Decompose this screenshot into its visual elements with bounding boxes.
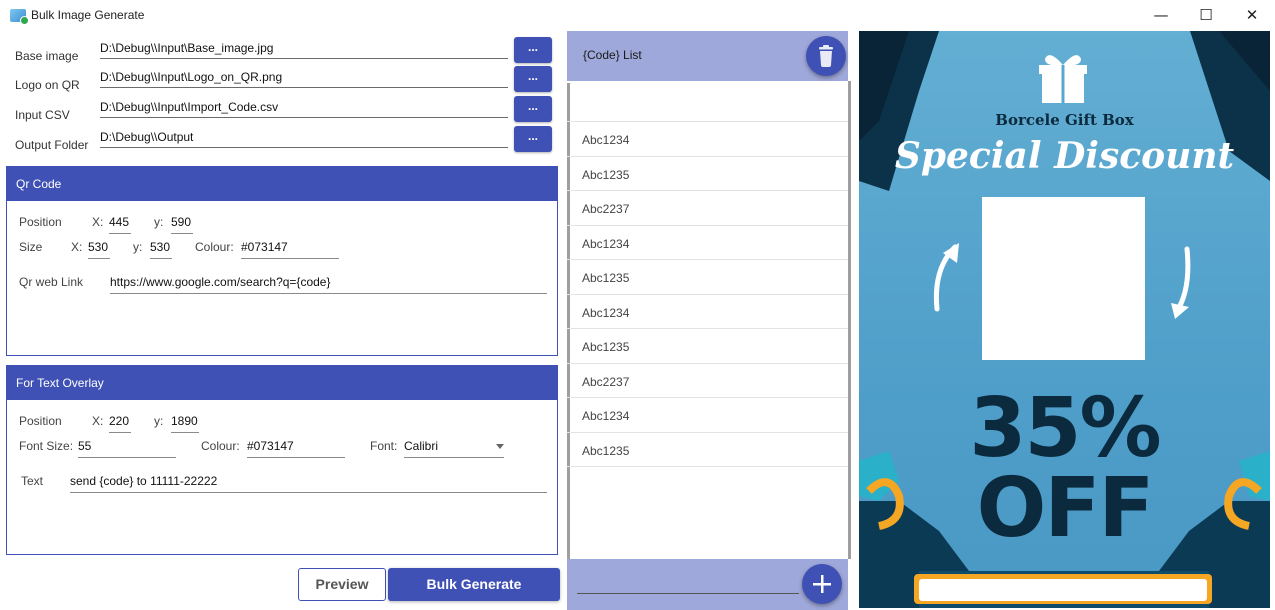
discount-off: OFF bbox=[976, 461, 1155, 556]
title-bar: Bulk Image Generate — ☐ ✕ bbox=[0, 0, 1275, 31]
font-size-label: Font Size: bbox=[19, 439, 74, 453]
code-list-title: {Code} List bbox=[583, 48, 642, 62]
output-field[interactable]: D:\Debug\\Output bbox=[100, 130, 508, 148]
code-list-footer bbox=[567, 559, 848, 610]
qr-pos-x-label: X: bbox=[92, 215, 104, 229]
csv-browse-button[interactable]: ... bbox=[514, 96, 552, 122]
overlay-pos-y-input[interactable]: 1890 bbox=[171, 414, 199, 433]
csv-label: Input CSV bbox=[15, 108, 70, 122]
trash-icon[interactable] bbox=[806, 36, 846, 76]
qr-size-x-label: X: bbox=[71, 240, 83, 254]
code-list-pane: {Code} List Abc1234 Abc1235 Abc2237 Abc1234… bbox=[567, 31, 848, 610]
bulk-generate-button[interactable]: Bulk Generate bbox=[388, 568, 560, 601]
font-label: Font: bbox=[370, 439, 398, 453]
qr-colour-input[interactable]: #073147 bbox=[241, 240, 339, 259]
overlay-pos-x-label: X: bbox=[92, 414, 104, 428]
text-label: Text bbox=[21, 474, 44, 488]
output-label: Output Folder bbox=[15, 138, 89, 152]
qr-link-label: Qr web Link bbox=[19, 275, 84, 289]
qr-size-y-input[interactable]: 530 bbox=[150, 240, 172, 259]
window-title: Bulk Image Generate bbox=[31, 8, 145, 22]
output-row: Output Folder D:\Debug\\Output ... bbox=[0, 126, 565, 156]
qr-panel-header: Qr Code bbox=[7, 167, 557, 201]
list-item[interactable]: Abc1234 bbox=[567, 295, 848, 329]
logo-browse-button[interactable]: ... bbox=[514, 66, 552, 92]
minimize-button[interactable]: — bbox=[1138, 0, 1184, 31]
qr-link-input[interactable]: https://www.google.com/search?q={code} bbox=[110, 275, 547, 294]
font-size-input[interactable]: 55 bbox=[78, 439, 176, 458]
maximize-button[interactable]: ☐ bbox=[1183, 0, 1229, 31]
csv-field[interactable]: D:\Debug\\Input\Import_Code.csv bbox=[100, 100, 508, 118]
list-item[interactable]: Abc1234 bbox=[567, 122, 848, 157]
pane-divider[interactable] bbox=[848, 81, 851, 559]
new-code-input[interactable] bbox=[577, 593, 799, 594]
font-select[interactable]: Calibri bbox=[404, 439, 504, 458]
text-overlay-panel-header: For Text Overlay bbox=[7, 366, 557, 400]
logo-label: Logo on QR bbox=[15, 78, 80, 92]
overlay-colour-input[interactable]: #073147 bbox=[247, 439, 345, 458]
overlay-pos-x-input[interactable]: 220 bbox=[109, 414, 131, 433]
list-item[interactable]: Abc1234 bbox=[567, 398, 848, 433]
csv-row: Input CSV D:\Debug\\Input\Import_Code.cs… bbox=[0, 96, 565, 126]
preview-image: Borcele Gift Box Special Discount 35% OF… bbox=[859, 31, 1270, 608]
logo-row: Logo on QR D:\Debug\\Input\Logo_on_QR.pn… bbox=[0, 66, 565, 96]
overlay-colour-label: Colour: bbox=[201, 439, 240, 453]
code-list-header: {Code} List bbox=[567, 31, 848, 81]
chevron-down-icon[interactable] bbox=[496, 444, 504, 449]
base-image-label: Base image bbox=[15, 49, 79, 63]
brand-name: Borcele Gift Box bbox=[995, 111, 1134, 129]
list-item[interactable]: Abc1235 bbox=[567, 157, 848, 191]
qr-position-label: Position bbox=[19, 215, 62, 229]
base-image-field[interactable]: D:\Debug\\Input\Base_image.jpg bbox=[100, 41, 508, 59]
qr-size-label: Size bbox=[19, 240, 43, 254]
qr-size-x-input[interactable]: 530 bbox=[88, 240, 110, 259]
list-item[interactable]: Abc1235 bbox=[567, 329, 848, 364]
output-browse-button[interactable]: ... bbox=[514, 126, 552, 152]
qr-size-y-label: y: bbox=[133, 240, 143, 254]
qr-pos-y-label: y: bbox=[154, 215, 164, 229]
headline: Special Discount bbox=[894, 135, 1235, 177]
logo-field[interactable]: D:\Debug\\Input\Logo_on_QR.png bbox=[100, 70, 508, 88]
list-item[interactable]: Abc1235 bbox=[567, 260, 848, 295]
qr-colour-label: Colour: bbox=[195, 240, 234, 254]
qr-pos-x-input[interactable]: 445 bbox=[109, 215, 131, 234]
base-image-row: Base image D:\Debug\\Input\Base_image.jp… bbox=[0, 37, 565, 67]
preview-button[interactable]: Preview bbox=[298, 568, 386, 601]
add-icon[interactable] bbox=[802, 564, 842, 604]
base-image-browse-button[interactable]: ... bbox=[514, 37, 552, 63]
text-input[interactable]: send {code} to 11111-22222 bbox=[70, 474, 547, 493]
list-item[interactable]: Abc1234 bbox=[567, 226, 848, 260]
list-item[interactable]: Abc1235 bbox=[567, 433, 848, 467]
qr-pos-y-input[interactable]: 590 bbox=[171, 215, 193, 234]
close-button[interactable]: ✕ bbox=[1229, 0, 1275, 31]
list-item[interactable]: Abc2237 bbox=[567, 364, 848, 398]
overlay-pos-y-label: y: bbox=[154, 414, 164, 428]
overlay-position-label: Position bbox=[19, 414, 62, 428]
list-item[interactable]: Abc2237 bbox=[567, 191, 848, 226]
qr-panel: Qr Code Position X: 445 y: 590 Size X: 5… bbox=[6, 166, 558, 356]
code-list: Abc1234 Abc1235 Abc2237 Abc1234 Abc1235 Abc12… bbox=[567, 81, 848, 467]
list-item[interactable] bbox=[567, 81, 848, 122]
app-icon bbox=[10, 9, 29, 25]
text-overlay-panel: For Text Overlay Position X: 220 y: 1890… bbox=[6, 365, 558, 555]
settings-pane: Base image D:\Debug\\Input\Base_image.jp… bbox=[0, 31, 565, 610]
